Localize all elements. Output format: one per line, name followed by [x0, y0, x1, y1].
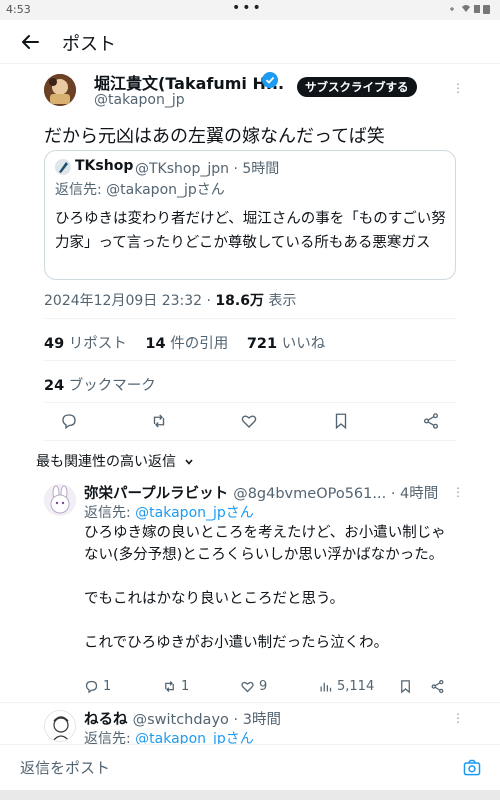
- share-icon[interactable]: [422, 412, 440, 430]
- quote-body: ひろゆきは変わり者だけど、堀江さんの事を「ものすごい努力家」って言ったりどこか尊…: [55, 211, 446, 251]
- reposts-stat[interactable]: 49 リポスト: [44, 332, 127, 353]
- divider: [44, 318, 456, 319]
- reply-item[interactable]: 弥栄パープルラビット @8g4bvmeOPo561... · 4時間 ⋮ 返信先…: [0, 478, 500, 700]
- reply-reply-button[interactable]: 1: [84, 679, 111, 694]
- page-title: ポスト: [62, 34, 116, 55]
- more-options-icon[interactable]: ⋮: [452, 710, 464, 726]
- status-dots: •••: [232, 0, 263, 16]
- status-time: 4:53: [6, 3, 31, 16]
- like-heart-icon: [241, 681, 254, 693]
- divider: [0, 702, 500, 703]
- quote-reply-to: 返信先: @takapon_jpさん: [55, 179, 225, 199]
- reply-repost-button[interactable]: 1: [162, 679, 189, 694]
- reply-author: 弥栄パープルラビット @8g4bvmeOPo561... · 4時間: [84, 482, 438, 503]
- reply-suffix: さん: [196, 182, 225, 198]
- reply-line: ひろゆき嫁の良いところを考えたけど、お小遣い制じゃない(多分予想)ところくらいし…: [84, 525, 446, 563]
- views-label: 表示: [268, 293, 297, 309]
- post-timestamp[interactable]: 2024年12月09日 23:32: [44, 293, 202, 309]
- reply-composer: [0, 744, 500, 790]
- divider: [44, 360, 456, 361]
- wifi-battery-icon: [450, 5, 490, 14]
- more-options-icon[interactable]: ⋮: [452, 80, 464, 96]
- reply-prefix: 返信先:: [55, 182, 107, 198]
- reply-meta: @8g4bvmeOPo561... · 4時間: [233, 486, 439, 502]
- views-chart-icon: [320, 682, 332, 692]
- chevron-down-icon: [185, 459, 194, 465]
- back-arrow-icon[interactable]: [18, 30, 42, 54]
- repost-icon[interactable]: [150, 412, 168, 430]
- more-options-icon[interactable]: ⋮: [452, 484, 464, 500]
- author-name[interactable]: 堀江貴文(Takafumi H...: [94, 70, 284, 94]
- author-handle[interactable]: @takapon_jp: [94, 92, 185, 108]
- reply-like-button[interactable]: 9: [240, 679, 267, 694]
- status-icons: [448, 3, 492, 18]
- reply-meta: @switchdayo · 3時間: [132, 712, 281, 728]
- reply-prefix: 返信先:: [84, 731, 136, 744]
- status-bar: 4:53 •••: [0, 0, 500, 20]
- reply-mention[interactable]: @takapon_jpさん: [135, 731, 254, 744]
- reply-item[interactable]: ねるね @switchdayo · 3時間 ⋮ 返信先: @takapon_jp…: [0, 706, 500, 744]
- reply-line: でもこれはかなり良いところだと思う。: [84, 591, 345, 607]
- bookmark-icon: [401, 680, 410, 694]
- reply-mention[interactable]: @takapon_jpさん: [135, 505, 254, 521]
- reply-to: 返信先: @takapon_jpさん: [84, 502, 254, 522]
- reply-line: これでひろゆきがお小遣い制だったら泣くわ。: [84, 635, 389, 651]
- camera-icon[interactable]: [462, 758, 482, 778]
- quote-avatar: [55, 159, 71, 175]
- bookmarks-stat[interactable]: 24 ブックマーク: [44, 374, 156, 395]
- reply-share-button[interactable]: [430, 679, 445, 694]
- reply-to: 返信先: @takapon_jpさん: [84, 728, 254, 744]
- likes-stat[interactable]: 721 いいね: [247, 332, 325, 353]
- quoted-post[interactable]: TKshop @TKshop_jpn · 5時間 返信先: @takapon_j…: [44, 150, 456, 280]
- system-nav-bar: [0, 790, 500, 800]
- reply-icon[interactable]: [60, 412, 78, 430]
- reply-mention: @takapon_jp: [106, 182, 197, 198]
- repost-icon: [165, 681, 174, 692]
- reply-line: [84, 610, 456, 632]
- quotes-stat[interactable]: 14 件の引用: [145, 332, 228, 353]
- header: ポスト: [0, 20, 500, 64]
- reply-avatar[interactable]: [44, 710, 76, 742]
- share-icon: [431, 679, 444, 694]
- stats-row: 49 リポスト 14 件の引用 721 いいね: [44, 332, 339, 353]
- reply-author: ねるね @switchdayo · 3時間: [84, 708, 281, 729]
- reply-icon: [85, 680, 98, 694]
- views-count: 18.6万: [215, 293, 264, 309]
- reply-avatar[interactable]: [44, 484, 76, 516]
- post-action-bar: [44, 404, 456, 440]
- subscribe-button[interactable]: サブスクライブする: [297, 77, 417, 97]
- post-text: だから元凶はあの左翼の嫁なんだってば笑: [44, 126, 385, 147]
- verified-badge-icon: [262, 72, 278, 88]
- reply-author-name[interactable]: ねるね: [84, 712, 128, 728]
- timestamp-row: 2024年12月09日 23:32 · 18.6万 表示: [44, 293, 297, 309]
- reply-sort-selector[interactable]: 最も関連性の高い返信: [36, 451, 194, 471]
- divider: [44, 440, 456, 441]
- like-heart-icon[interactable]: [240, 412, 258, 430]
- reply-bookmark-button[interactable]: [398, 679, 413, 694]
- quote-author-name: TKshop: [75, 158, 134, 174]
- divider: [44, 402, 456, 403]
- author-avatar[interactable]: [44, 74, 76, 106]
- bookmark-icon[interactable]: [332, 412, 350, 430]
- quote-meta: @TKshop_jpn · 5時間: [135, 161, 280, 177]
- reply-prefix: 返信先:: [84, 505, 136, 521]
- reply-line: [84, 566, 456, 588]
- reply-author-name[interactable]: 弥栄パープルラビット: [84, 486, 228, 502]
- reply-input[interactable]: [20, 755, 440, 781]
- reply-body: ひろゆき嫁の良いところを考えたけど、お小遣い制じゃない(多分予想)ところくらいし…: [84, 522, 456, 654]
- sort-label: 最も関連性の高い返信: [36, 454, 176, 470]
- reply-views[interactable]: 5,114: [318, 679, 374, 694]
